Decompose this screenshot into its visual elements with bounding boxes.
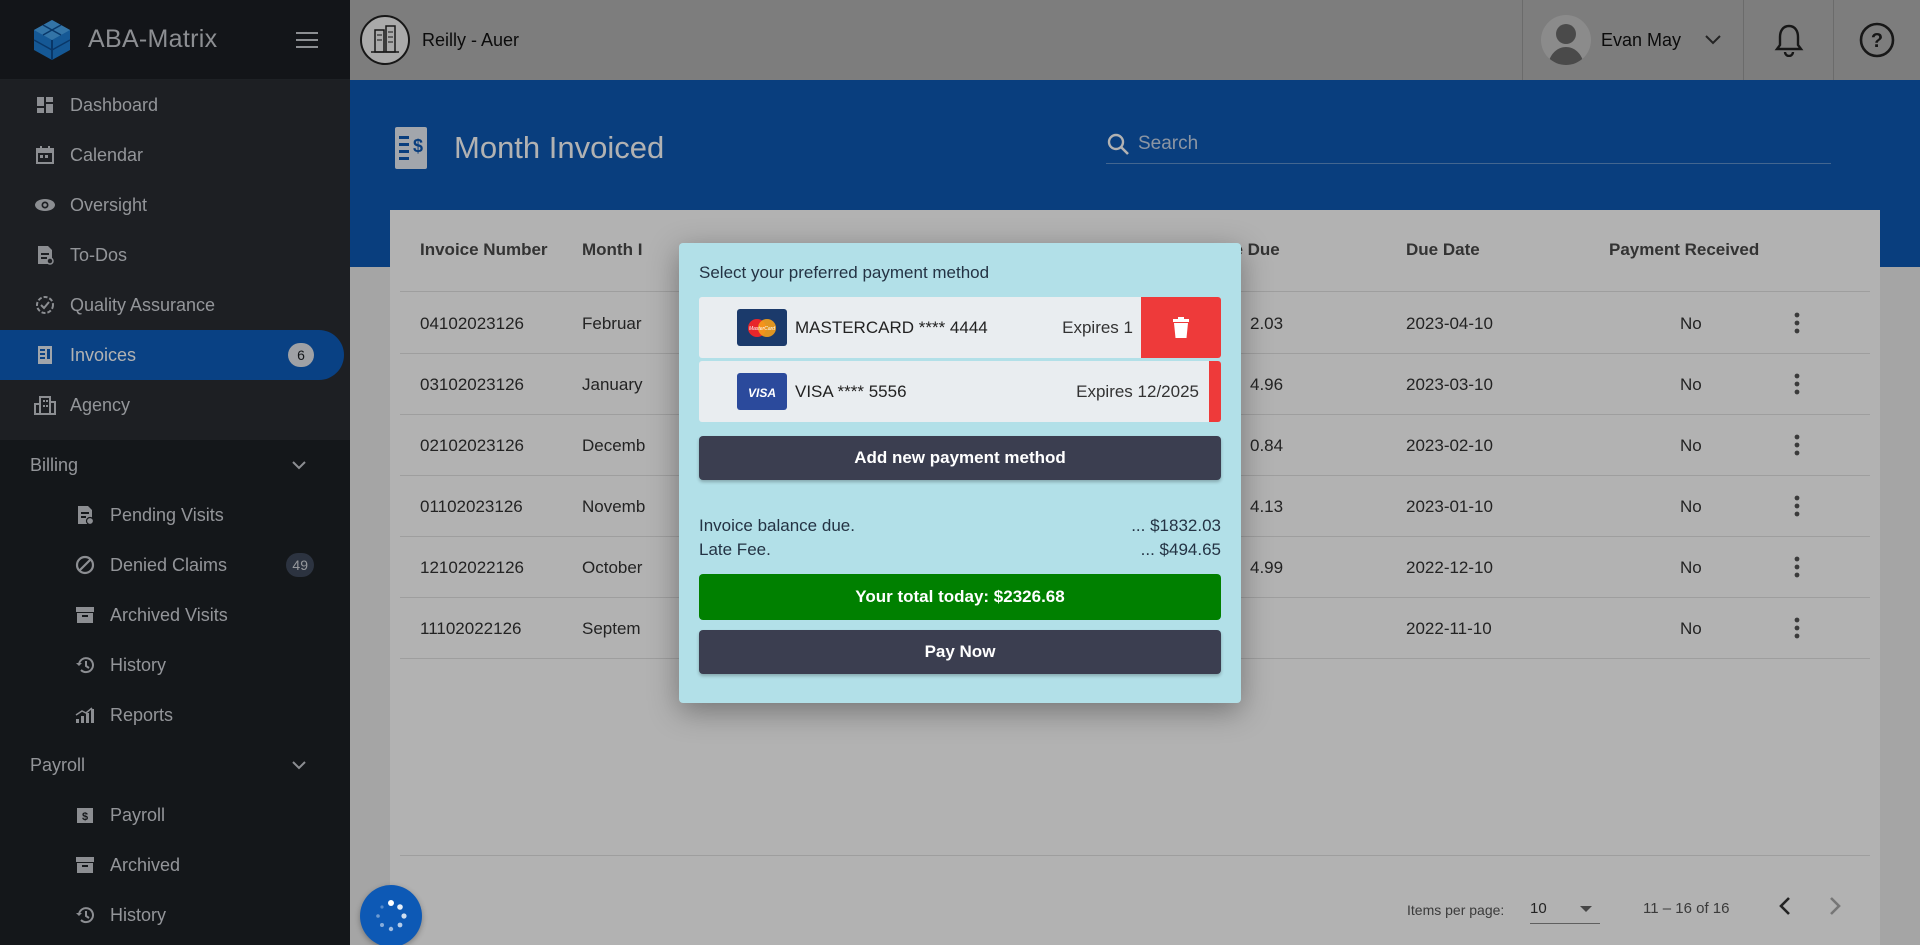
add-payment-method-button[interactable]: Add new payment method xyxy=(699,436,1221,480)
dialog-title: Select your preferred payment method xyxy=(699,263,990,282)
late-fee-line: Late Fee. ... $494.65 xyxy=(699,540,1221,564)
mastercard-logo-icon: MasterCard xyxy=(737,309,787,346)
mastercard-logo-text: MasterCard xyxy=(749,326,775,332)
trash-icon xyxy=(1172,316,1190,339)
loading-indicator xyxy=(360,885,422,945)
payment-method-dialog: Select your preferred payment method Mas… xyxy=(679,243,1241,703)
balance-line: Invoice balance due. ... $1832.03 xyxy=(699,516,1221,540)
card-expiry: Expires 1 xyxy=(1062,317,1133,337)
card-label: MASTERCARD **** 4444 xyxy=(795,317,988,337)
card-expiry: Expires 12/2025 xyxy=(1076,381,1199,401)
payment-summary: Invoice balance due. ... $1832.03 Late F… xyxy=(699,516,1221,564)
card-label: VISA **** 5556 xyxy=(795,381,907,401)
delete-payment-method-button[interactable] xyxy=(1141,297,1221,358)
visa-logo-text: VISA xyxy=(748,386,776,400)
balance-value: ... $1832.03 xyxy=(1131,516,1221,535)
total-today-banner: Your total today: $2326.68 xyxy=(699,574,1221,620)
pay-now-button[interactable]: Pay Now xyxy=(699,630,1221,674)
payment-method-mastercard[interactable]: MasterCard MASTERCARD **** 4444 Expires … xyxy=(699,297,1221,358)
visa-logo-icon: VISA xyxy=(737,373,787,410)
swipe-action-indicator xyxy=(1209,361,1221,422)
spinner-icon xyxy=(371,896,411,936)
late-fee-label: Late Fee. xyxy=(699,540,771,559)
late-fee-value: ... $494.65 xyxy=(1140,540,1221,559)
payment-method-visa[interactable]: VISA VISA **** 5556 Expires 12/2025 xyxy=(699,361,1221,422)
balance-label: Invoice balance due. xyxy=(699,516,855,535)
